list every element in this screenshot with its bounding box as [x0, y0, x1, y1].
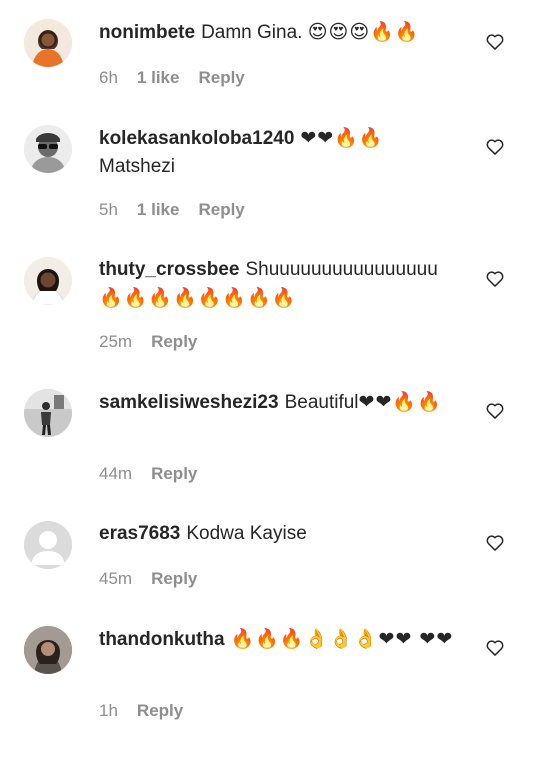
comment-body: samkelisiweshezi23 Beautiful❤❤🔥🔥	[99, 388, 471, 417]
avatar-photo	[24, 125, 72, 173]
avatar[interactable]	[24, 19, 72, 67]
comment-body: kolekasankoloba1240 ❤❤🔥🔥 Matshezi	[99, 124, 471, 181]
reply-button[interactable]: Reply	[151, 568, 197, 590]
comment-body: eras7683 Kodwa Kayise	[99, 520, 471, 548]
comment-username[interactable]: eras7683	[99, 523, 180, 544]
avatar[interactable]	[24, 389, 72, 437]
comment-body: thuty_crossbee Shuuuuuuuuuuuuuuuu 🔥🔥🔥🔥🔥🔥🔥…	[99, 256, 471, 313]
comment-body: thandonkutha 🔥🔥🔥👌👌👌❤❤ ❤❤	[99, 625, 471, 654]
comment-username[interactable]: nonimbete	[99, 22, 195, 43]
comment-text: Matshezi	[99, 156, 176, 177]
avatar-photo	[24, 257, 72, 305]
reply-button[interactable]: Reply	[151, 331, 197, 353]
comment-emoji: 🔥🔥🔥👌👌👌❤❤ ❤❤	[230, 628, 454, 650]
default-avatar-icon	[24, 521, 72, 569]
comment-username[interactable]: kolekasankoloba1240	[99, 128, 294, 149]
comment-text: Shuuuuuuuuuuuuuuuu	[245, 259, 438, 280]
comment-username[interactable]: thandonkutha	[99, 629, 225, 650]
avatar-photo	[24, 626, 72, 674]
comment-time: 5h	[99, 200, 118, 219]
comment-meta: 44m Reply	[99, 463, 197, 485]
comment-meta: 45m Reply	[99, 568, 197, 590]
heart-outline-icon[interactable]	[485, 137, 505, 157]
comment-time: 44m	[99, 464, 133, 483]
heart-outline-icon[interactable]	[485, 638, 505, 658]
comment-meta: 6h 1 like Reply	[99, 67, 245, 89]
comment-username[interactable]: thuty_crossbee	[99, 259, 239, 280]
comment-meta: 1h Reply	[99, 700, 183, 722]
comment-username[interactable]: samkelisiweshezi23	[99, 392, 279, 413]
reply-button[interactable]: Reply	[198, 67, 244, 89]
reply-button[interactable]: Reply	[137, 700, 183, 722]
comment-likes[interactable]: 1 like	[137, 67, 180, 89]
comment-likes[interactable]: 1 like	[137, 199, 180, 221]
comment-time: 25m	[99, 332, 133, 351]
avatar[interactable]	[24, 257, 72, 305]
avatar[interactable]	[24, 125, 72, 173]
comment-body: nonimbete Damn Gina. 😍😍😍🔥🔥	[99, 18, 471, 47]
heart-outline-icon[interactable]	[485, 401, 505, 421]
reply-button[interactable]: Reply	[151, 463, 197, 485]
comment-time: 6h	[99, 68, 118, 87]
comment-emoji: ❤❤🔥🔥	[358, 391, 442, 413]
avatar[interactable]	[24, 626, 72, 674]
heart-outline-icon[interactable]	[485, 269, 505, 289]
avatar[interactable]	[24, 521, 72, 569]
comment-emoji: ❤❤🔥🔥	[300, 127, 384, 149]
comment-emoji: 😍😍😍🔥🔥	[307, 21, 420, 43]
comment-text: Damn Gina.	[201, 22, 308, 43]
comment-time: 45m	[99, 569, 133, 588]
avatar-photo	[24, 389, 72, 437]
reply-button[interactable]: Reply	[198, 199, 244, 221]
avatar-photo	[24, 19, 72, 67]
heart-outline-icon[interactable]	[485, 32, 505, 52]
heart-outline-icon[interactable]	[485, 533, 505, 553]
comment-text: Kodwa Kayise	[186, 523, 307, 544]
comment-emoji: 🔥🔥🔥🔥🔥🔥🔥🔥	[99, 287, 297, 309]
comment-meta: 5h 1 like Reply	[99, 199, 245, 221]
comment-text: Beautiful	[284, 392, 359, 413]
comment-meta: 25m Reply	[99, 331, 197, 353]
comment-time: 1h	[99, 701, 118, 720]
